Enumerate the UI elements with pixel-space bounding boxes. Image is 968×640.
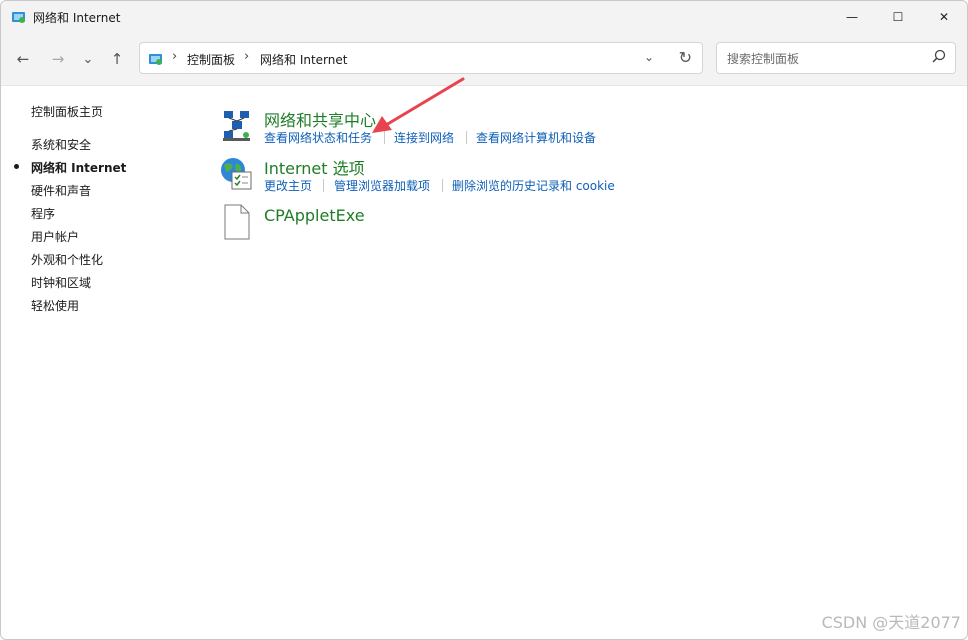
sidebar-item-appearance[interactable]: 外观和个性化 <box>31 251 103 268</box>
address-bar[interactable]: › 控制面板 › 网络和 Internet ⌄ ↻ <box>139 42 703 74</box>
blank-file-icon[interactable] <box>223 204 251 240</box>
chevron-down-icon: ⌄ <box>82 51 94 67</box>
minimize-icon: — <box>846 10 858 24</box>
watermark: CSDN @天道2077 <box>821 613 961 632</box>
link-manage-browser-addons[interactable]: 管理浏览器加载项 <box>334 177 430 194</box>
control-panel-window: 网络和 Internet — ☐ ✕ ← → ⌄ ↑ › 控制面板 › 网络和 … <box>0 0 968 640</box>
minimize-button[interactable]: — <box>829 1 875 33</box>
up-arrow-icon: ↑ <box>110 50 124 68</box>
recent-locations-button[interactable]: ⌄ <box>76 47 100 71</box>
sidebar-item-clock-region[interactable]: 时钟和区域 <box>31 274 91 291</box>
forward-arrow-icon: → <box>51 50 65 68</box>
search-input[interactable] <box>725 49 929 69</box>
up-button[interactable]: ↑ <box>105 47 129 71</box>
annotation-arrow <box>372 77 465 133</box>
breadcrumb-network-internet[interactable]: 网络和 Internet <box>260 51 347 68</box>
link-view-network-status[interactable]: 查看网络状态和任务 <box>264 129 372 146</box>
breadcrumb-control-panel[interactable]: 控制面板 <box>187 51 235 68</box>
back-button[interactable]: ← <box>11 47 35 71</box>
navigation-bar: ← → ⌄ ↑ › 控制面板 › 网络和 Internet ⌄ ↻ <box>1 33 967 86</box>
link-change-home-page[interactable]: 更改主页 <box>264 177 312 194</box>
active-indicator <box>14 164 19 169</box>
title-bar[interactable]: 网络和 Internet — ☐ ✕ <box>1 1 967 33</box>
sidebar-item-control-panel-home[interactable]: 控制面板主页 <box>31 103 103 120</box>
link-connect-to-network[interactable]: 连接到网络 <box>394 129 454 146</box>
internet-options-icon[interactable] <box>219 157 253 191</box>
close-icon: ✕ <box>938 10 950 24</box>
maximize-button[interactable]: ☐ <box>875 1 921 33</box>
back-arrow-icon: ← <box>16 50 30 68</box>
forward-button[interactable]: → <box>46 47 70 71</box>
sidebar-item-network-internet[interactable]: 网络和 Internet <box>31 159 126 176</box>
control-panel-icon <box>12 12 25 23</box>
category-title-network-sharing-center[interactable]: 网络和共享中心 <box>264 107 376 131</box>
address-dropdown-icon[interactable]: ⌄ <box>644 50 654 64</box>
sidebar-item-programs[interactable]: 程序 <box>31 205 55 222</box>
category-title-internet-options[interactable]: Internet 选项 <box>264 155 365 179</box>
network-sharing-center-icon[interactable] <box>220 109 254 143</box>
link-separator <box>323 179 324 192</box>
link-separator <box>442 179 443 192</box>
search-icon[interactable] <box>931 48 947 66</box>
control-panel-icon <box>149 54 162 65</box>
maximize-icon: ☐ <box>892 10 904 24</box>
search-box[interactable] <box>716 42 956 74</box>
link-delete-browsing-history[interactable]: 删除浏览的历史记录和 cookie <box>452 177 615 194</box>
breadcrumb-separator: › <box>172 49 178 64</box>
sidebar-item-ease-of-access[interactable]: 轻松使用 <box>31 297 79 314</box>
sidebar-item-system-security[interactable]: 系统和安全 <box>31 136 91 153</box>
sidebar-item-user-accounts[interactable]: 用户帐户 <box>31 228 79 245</box>
close-button[interactable]: ✕ <box>921 1 967 33</box>
window-title: 网络和 Internet <box>33 11 121 25</box>
link-separator <box>384 131 385 144</box>
breadcrumb-separator: › <box>244 49 250 64</box>
category-title-cpappletexe[interactable]: CPAppletExe <box>264 206 365 225</box>
link-view-network-computers[interactable]: 查看网络计算机和设备 <box>476 129 596 146</box>
link-separator <box>466 131 467 144</box>
refresh-icon[interactable]: ↻ <box>679 48 692 67</box>
sidebar-item-hardware-sound[interactable]: 硬件和声音 <box>31 182 91 199</box>
